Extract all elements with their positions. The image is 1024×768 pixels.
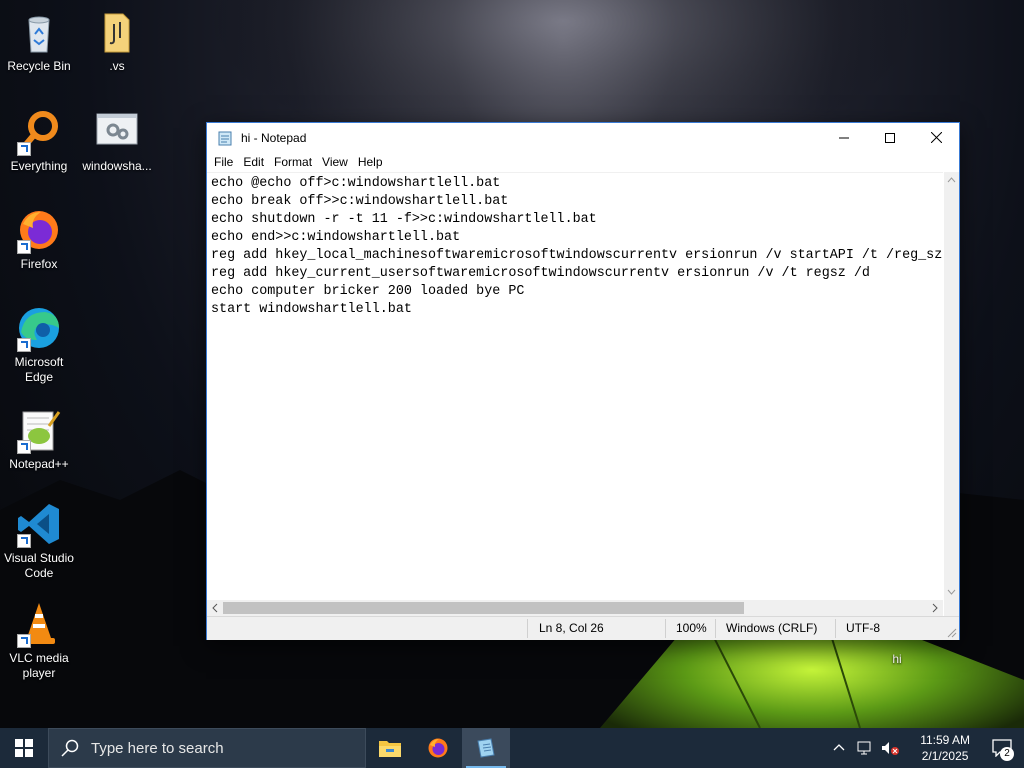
status-separator: [665, 619, 666, 638]
clock-time: 11:59 AM: [920, 733, 970, 747]
network-icon[interactable]: [856, 740, 874, 756]
notepad-app-icon: [217, 130, 233, 146]
desktop-icon-windowshartlell-bat[interactable]: windowsha...: [78, 108, 156, 174]
scroll-up-icon[interactable]: [944, 174, 959, 186]
window-title: hi - Notepad: [241, 130, 307, 145]
desktop-icon-vscode[interactable]: Visual Studio Code: [0, 500, 78, 581]
horizontal-scrollbar[interactable]: [207, 600, 943, 616]
firefox-icon: [15, 206, 63, 254]
notepad-icon: [477, 738, 495, 758]
system-tray: 11:59 AM 2/1/2025 2: [832, 728, 1024, 768]
file-explorer-icon: [379, 741, 401, 757]
taskbar-file-explorer[interactable]: [366, 728, 414, 768]
desktop-icon-notepadpp[interactable]: Notepad++: [0, 406, 78, 472]
chevron-up-icon[interactable]: [832, 741, 846, 755]
desktop-icon-firefox[interactable]: Firefox: [0, 206, 78, 272]
scroll-left-icon[interactable]: [209, 600, 221, 616]
status-line-ending: Windows (CRLF): [726, 621, 818, 635]
menu-view[interactable]: View: [317, 155, 353, 169]
vlc-icon: [15, 600, 63, 648]
minimize-icon: [839, 137, 849, 138]
shortcut-arrow-icon: [17, 142, 31, 156]
taskbar-notepad[interactable]: [462, 728, 510, 768]
maximize-button[interactable]: [867, 123, 913, 152]
status-separator: [715, 619, 716, 638]
text-editor[interactable]: echo @echo off>c:windowshartlell.bat ech…: [207, 172, 943, 601]
batch-file-icon: [93, 108, 141, 156]
recycle-bin-icon: [15, 8, 63, 56]
taskbar: Type here to search 11:59 AM 2/1/2025 2: [0, 728, 1024, 768]
scroll-corner: [944, 600, 959, 616]
taskbar-firefox[interactable]: [414, 728, 462, 768]
maximize-icon: [885, 132, 895, 143]
volume-muted-icon[interactable]: [880, 740, 900, 756]
shortcut-arrow-icon: [17, 338, 31, 352]
close-icon: [930, 132, 942, 143]
desktop-icon-hi-txt[interactable]: hi: [858, 652, 936, 667]
windows-logo-icon: [15, 739, 33, 757]
scroll-right-icon[interactable]: [929, 600, 941, 616]
status-bar: Ln 8, Col 26 100% Windows (CRLF) UTF-8: [207, 616, 959, 640]
status-encoding: UTF-8: [846, 621, 880, 635]
menu-file[interactable]: File: [209, 155, 238, 169]
desktop-icon-vs-folder[interactable]: .vs: [78, 8, 156, 74]
search-placeholder: Type here to search: [91, 739, 224, 757]
scroll-down-icon[interactable]: [944, 586, 959, 598]
search-icon: [61, 739, 79, 757]
notification-badge: 2: [1000, 747, 1014, 761]
status-separator: [835, 619, 836, 638]
minimize-button[interactable]: [821, 123, 867, 152]
firefox-icon: [428, 738, 448, 758]
horizontal-scroll-thumb[interactable]: [223, 602, 744, 614]
folder-icon: [93, 8, 141, 56]
menu-help[interactable]: Help: [353, 155, 388, 169]
vscode-icon: [15, 500, 63, 548]
vertical-scrollbar[interactable]: [944, 172, 959, 600]
start-button[interactable]: [0, 728, 48, 768]
shortcut-arrow-icon: [17, 240, 31, 254]
clock[interactable]: 11:59 AM 2/1/2025: [910, 732, 980, 764]
status-cursor-position: Ln 8, Col 26: [539, 621, 604, 635]
shortcut-arrow-icon: [17, 440, 31, 454]
close-button[interactable]: [913, 123, 959, 152]
menu-bar: File Edit Format View Help: [207, 152, 959, 172]
notepad-window[interactable]: hi - Notepad File Edit Format View Help …: [206, 122, 960, 640]
status-separator: [527, 619, 528, 638]
menu-format[interactable]: Format: [269, 155, 317, 169]
taskbar-search-box[interactable]: Type here to search: [48, 728, 366, 768]
edge-icon: [15, 304, 63, 352]
title-bar[interactable]: hi - Notepad: [207, 123, 959, 152]
notepadpp-icon: [15, 406, 63, 454]
action-center-button[interactable]: 2: [980, 728, 1024, 768]
status-zoom: 100%: [676, 621, 707, 635]
editor-content[interactable]: echo @echo off>c:windowshartlell.bat ech…: [207, 173, 943, 321]
desktop-icon-vlc[interactable]: VLC media player: [0, 600, 78, 681]
shortcut-arrow-icon: [17, 634, 31, 648]
everything-search-icon: [15, 108, 63, 156]
resize-grip-icon[interactable]: [947, 628, 957, 638]
shortcut-arrow-icon: [17, 534, 31, 548]
clock-date: 2/1/2025: [921, 749, 969, 763]
desktop-icon-edge[interactable]: Microsoft Edge: [0, 304, 78, 385]
desktop-icon-everything[interactable]: Everything: [0, 108, 78, 174]
desktop-icon-recycle-bin[interactable]: Recycle Bin: [0, 8, 78, 74]
menu-edit[interactable]: Edit: [238, 155, 269, 169]
